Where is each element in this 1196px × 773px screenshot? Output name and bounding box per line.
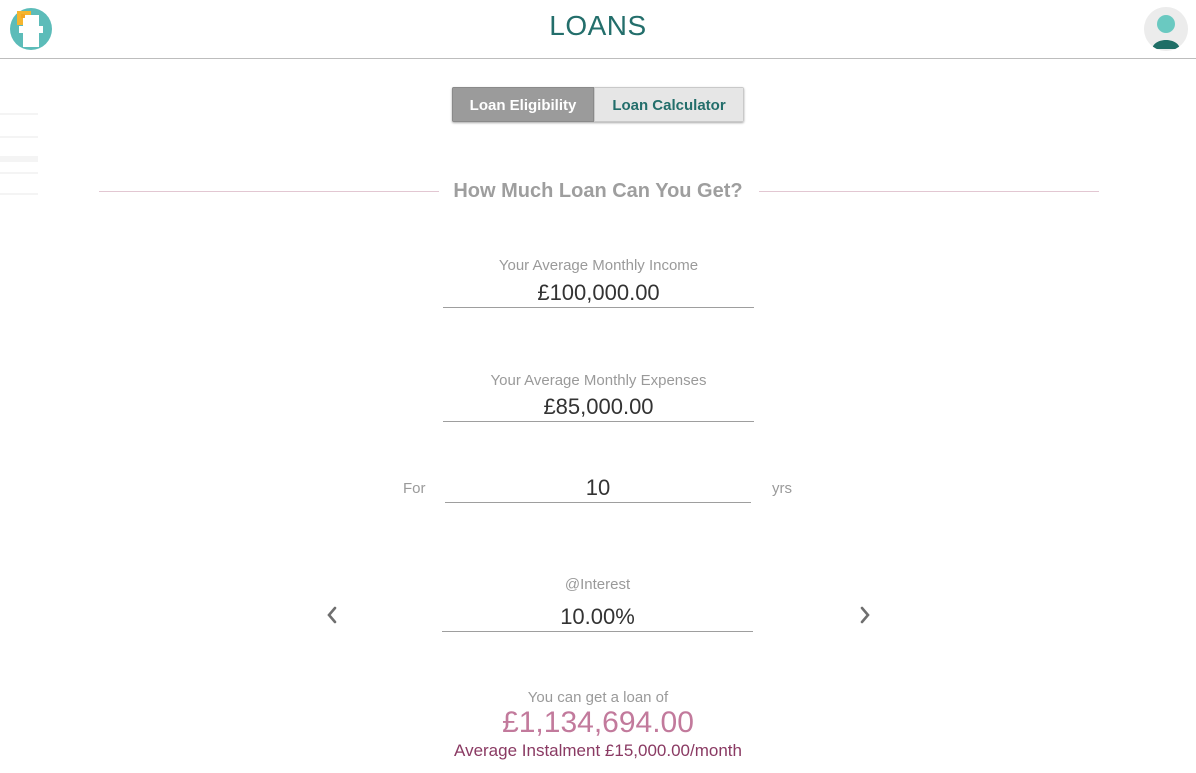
term-suffix: yrs	[772, 480, 792, 497]
chevron-left-icon[interactable]	[324, 605, 340, 625]
income-label: Your Average Monthly Income	[498, 257, 699, 274]
app-header: LOANS	[0, 0, 1196, 59]
term-prefix: For	[403, 480, 426, 497]
expenses-input[interactable]	[443, 392, 754, 422]
tab-loan-eligibility[interactable]: Loan Eligibility	[452, 87, 594, 122]
loans-page: LOANS Loan Eligibility Loan Calculator H…	[0, 0, 1196, 773]
loan-amount: £1,134,694.00	[502, 706, 694, 739]
section-title: How Much Loan Can You Get?	[453, 180, 743, 202]
page-title: LOANS	[549, 10, 647, 41]
left-edge-divider	[0, 136, 38, 138]
average-instalment: Average Instalment £15,000.00/month	[454, 741, 742, 760]
interest-label: @Interest	[564, 576, 631, 593]
loan-mode-tabs: Loan Eligibility Loan Calculator	[452, 87, 744, 122]
left-edge-divider	[0, 172, 38, 174]
chevron-right-icon[interactable]	[857, 605, 873, 625]
left-edge-divider	[0, 113, 38, 115]
expenses-label: Your Average Monthly Expenses	[490, 372, 707, 389]
income-input[interactable]	[443, 278, 754, 308]
term-years-input[interactable]	[445, 473, 751, 503]
user-avatar-icon[interactable]	[1144, 7, 1188, 51]
tab-loan-calculator[interactable]: Loan Calculator	[594, 87, 744, 122]
left-edge-divider	[0, 156, 38, 162]
result-label: You can get a loan of	[527, 689, 669, 706]
interest-input[interactable]	[442, 602, 753, 632]
